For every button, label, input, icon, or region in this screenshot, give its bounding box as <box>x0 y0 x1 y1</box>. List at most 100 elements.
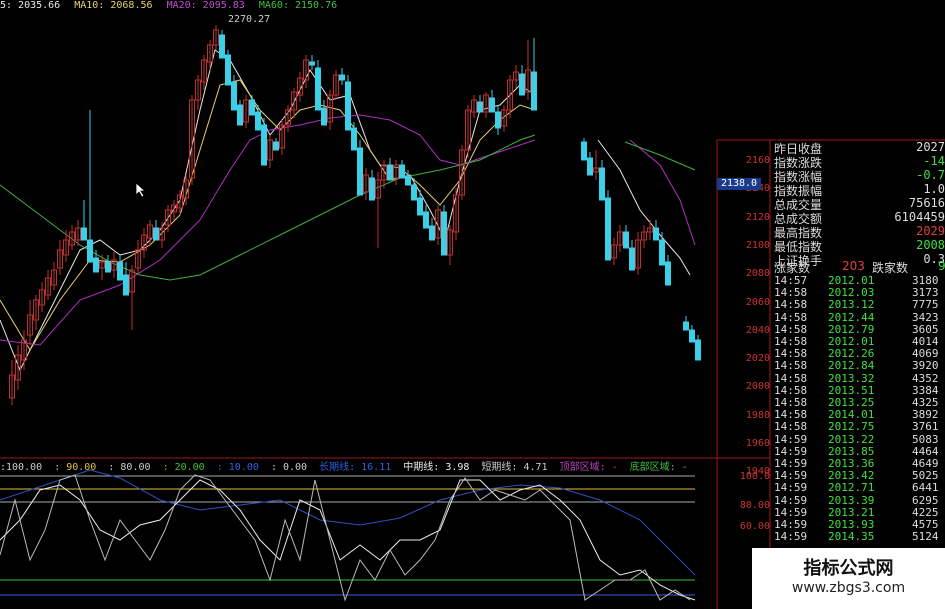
tick-row: 14:58 2012.01 4014 <box>772 335 945 348</box>
tick-price: 2014.01 <box>828 408 875 422</box>
tick-row: 14:58 2013.32 4352 <box>772 372 945 385</box>
tick-row: 14:59 2013.85 4464 <box>772 445 945 458</box>
tick-time: 14:59 <box>774 493 808 507</box>
candle-body <box>225 54 231 86</box>
info-value: 2008 <box>916 238 945 252</box>
ma5-line <box>0 49 536 372</box>
tick-time: 14:59 <box>774 469 808 483</box>
candle-body <box>249 99 255 116</box>
tick-vol: 3605 <box>912 322 939 336</box>
tick-vol: 4225 <box>912 505 939 519</box>
tick-time: 14:58 <box>774 371 808 385</box>
tick-vol: 3920 <box>912 359 939 373</box>
ma5-value: 5: 2035.66 <box>0 0 61 11</box>
candle-body <box>339 74 345 81</box>
candle-body <box>659 239 665 266</box>
candle-body <box>345 81 351 131</box>
price-tick-label: 2160 <box>745 155 770 166</box>
osc-level-80: : 80.00 <box>108 462 151 473</box>
osc-level-0: : 0.00 <box>270 462 308 473</box>
candle-body <box>315 67 321 111</box>
tick-price: 2014.35 <box>828 530 875 544</box>
tick-row: 14:57 2012.01 3180 <box>772 274 945 287</box>
osc-tick-label: 100.0 <box>739 471 770 482</box>
osc-mid-line: 中期线: 3.98 <box>403 462 470 473</box>
tick-time: 14:59 <box>774 444 808 458</box>
tick-row: 14:59 2013.42 5025 <box>772 469 945 482</box>
ma10-line <box>0 79 536 351</box>
tick-vol: 3423 <box>912 310 939 324</box>
tick-vol: 3384 <box>912 383 939 397</box>
osc-level-20: : 20.00 <box>162 462 205 473</box>
tick-vol: 5025 <box>912 469 939 483</box>
info-value: 6104459 <box>894 210 945 224</box>
tick-price: 2013.32 <box>828 371 875 385</box>
watermark-url: www.zbgs3.com <box>791 580 906 596</box>
tick-time: 14:58 <box>774 420 808 434</box>
tick-row: 14:58 2013.12 7775 <box>772 298 945 311</box>
tick-row: 14:58 2012.75 3761 <box>772 420 945 433</box>
candle-body <box>321 107 327 126</box>
tick-price: 2012.71 <box>828 481 875 495</box>
price-tick-label: 2120 <box>745 211 770 223</box>
tick-time: 14:58 <box>774 335 808 348</box>
tick-price: 2012.84 <box>828 359 875 373</box>
osc-bottom-zone: 底部区域: - <box>629 462 688 473</box>
tick-vol: 5124 <box>912 530 939 544</box>
ma-legend: 5: 2035.66 MA10: 2068.56 MA20: 2095.83 M… <box>0 0 345 14</box>
price-tick-label: 2060 <box>745 296 770 308</box>
tick-time: 14:58 <box>774 347 808 361</box>
candle-body <box>477 101 483 113</box>
tick-time: 14:59 <box>774 432 808 446</box>
ma10-value: MA10: 2068.56 <box>74 0 153 11</box>
tick-vol: 4069 <box>912 347 939 361</box>
tick-price: 2012.03 <box>828 286 875 300</box>
osc-level-100: :100.00 <box>0 462 43 473</box>
candle-body <box>605 197 611 261</box>
tick-row: 14:58 2013.25 4325 <box>772 396 945 409</box>
tick-price: 2013.21 <box>828 505 875 519</box>
osc-top-zone: 顶部区域: - <box>559 462 618 473</box>
tick-price: 2012.44 <box>828 310 875 324</box>
tick-row: 14:58 2012.03 3173 <box>772 286 945 299</box>
info-value: 2027 <box>916 140 945 154</box>
candle-body <box>411 184 417 201</box>
tick-time: 14:59 <box>774 530 808 544</box>
tick-time: 14:58 <box>774 383 808 397</box>
info-value: 1.0 <box>923 182 945 196</box>
osc-level-10: : 10.00 <box>216 462 259 473</box>
candle-body <box>623 231 629 249</box>
tick-row: 14:58 2012.44 3423 <box>772 311 945 324</box>
price-tick-label: 2080 <box>745 268 770 280</box>
info-value: 2029 <box>916 224 945 238</box>
tick-time: 14:58 <box>774 310 808 324</box>
candle-body <box>219 34 225 59</box>
tick-price: 2013.93 <box>828 518 875 531</box>
tick-time: 14:59 <box>774 505 808 519</box>
candle-body <box>695 339 701 361</box>
advancers-count: 203 <box>842 259 865 273</box>
candle-body <box>519 73 525 96</box>
tick-price: 2013.25 <box>828 396 875 409</box>
candle-body <box>357 147 363 196</box>
candle-body <box>237 104 243 126</box>
candle-body <box>405 175 411 186</box>
tick-row: 14:58 2014.01 3892 <box>772 408 945 421</box>
tick-vol: 3180 <box>912 274 939 287</box>
tick-price: 2013.22 <box>828 432 875 446</box>
tick-time: 14:58 <box>774 322 808 336</box>
tick-row: 14:58 2012.84 3920 <box>772 359 945 372</box>
price-tick-label: 2100 <box>745 239 770 251</box>
candle-body <box>387 164 393 181</box>
candle-body <box>531 71 537 111</box>
tick-vol: 4649 <box>912 457 939 470</box>
candle-body <box>273 141 279 151</box>
tick-vol: 7775 <box>912 298 939 312</box>
osc-tick-label: 80.00 <box>739 500 770 511</box>
price-tick-label: 2040 <box>745 324 770 336</box>
tick-price: 2013.51 <box>828 383 875 397</box>
tick-vol: 3892 <box>912 408 939 422</box>
tick-row: 14:59 2014.35 5124 <box>772 530 945 543</box>
current-price-marker: 2138.0 <box>717 178 761 190</box>
candle-body <box>231 81 237 111</box>
